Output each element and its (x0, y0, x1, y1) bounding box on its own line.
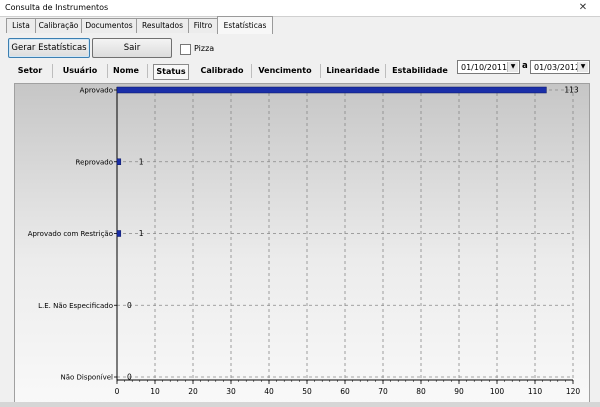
x-tick-label: 20 (188, 387, 198, 396)
pizza-label: Pizza (194, 44, 215, 53)
filter-estabilidade[interactable]: Estabilidade (390, 64, 450, 78)
filter-status[interactable]: Status (153, 64, 189, 80)
data-label: 1 (139, 157, 144, 166)
x-tick-label: 120 (566, 387, 581, 396)
filter-divider (320, 64, 321, 78)
x-tick-label: 30 (226, 387, 236, 396)
x-tick-label: 50 (302, 387, 312, 396)
x-tick-label: 40 (264, 387, 274, 396)
x-tick-label: 0 (115, 387, 120, 396)
close-icon[interactable]: ✕ (575, 2, 591, 13)
x-tick-label: 70 (378, 387, 388, 396)
filter-vencimento[interactable]: Vencimento (255, 64, 315, 78)
filter-setor[interactable]: Setor (16, 64, 44, 78)
chevron-down-icon[interactable]: ▼ (507, 62, 518, 72)
tab-calibracao[interactable]: Calibração (35, 18, 82, 33)
tab-estatisticas[interactable]: Estatísticas (217, 16, 273, 34)
date-range-connector: a (522, 61, 528, 71)
x-tick-label: 10 (150, 387, 160, 396)
category-label: Não Disponível (60, 374, 113, 382)
date-from-value: 01/10/2011 (461, 63, 508, 72)
filter-linearidade[interactable]: Linearidade (323, 64, 383, 78)
gerar-estatisticas-button[interactable]: Gerar Estatísticas (8, 38, 90, 58)
window-title: Consulta de Instrumentos (5, 3, 109, 12)
tab-resultados[interactable]: Resultados (136, 18, 189, 33)
category-label: Aprovado com Restrição (28, 230, 113, 238)
category-label: Aprovado (80, 87, 113, 95)
tab-lista[interactable]: Lista (6, 18, 36, 33)
chart-panel: 0 10 20 30 40 50 60 70 80 90 100 110 120 Aprovado 113 R… (14, 83, 590, 406)
tab-documentos[interactable]: Documentos (81, 18, 137, 33)
bottom-edge (0, 402, 600, 407)
category-label: L.E. Não Especificado (38, 302, 113, 310)
category-label: Reprovado (76, 158, 113, 166)
tab-filtro[interactable]: Filtro (188, 18, 218, 33)
chevron-down-icon[interactable]: ▼ (577, 62, 588, 72)
x-tick-label: 80 (416, 387, 426, 396)
filter-calibrado[interactable]: Calibrado (196, 64, 248, 78)
bar (116, 86, 547, 94)
bar (116, 230, 122, 237)
status-bar-chart: 0 10 20 30 40 50 60 70 80 90 100 110 120Aprovado 113R… (28, 86, 581, 397)
date-to-select[interactable]: 01/03/2012 ▼ (530, 60, 590, 74)
filter-divider (251, 64, 252, 78)
filter-divider (107, 64, 108, 78)
x-tick-label: 90 (454, 387, 464, 396)
title-bar: Consulta de Instrumentos ✕ (0, 0, 600, 17)
filter-divider (147, 64, 148, 78)
data-label: 0 (127, 301, 132, 310)
filter-usuario[interactable]: Usuário (58, 64, 102, 78)
sair-button[interactable]: Sair (92, 38, 172, 58)
data-label: 113 (564, 86, 579, 95)
x-tick-label: 110 (528, 387, 543, 396)
x-tick-label: 100 (490, 387, 505, 396)
date-to-value: 01/03/2012 (534, 63, 581, 72)
date-from-select[interactable]: 01/10/2011 ▼ (457, 60, 520, 74)
filter-divider (52, 64, 53, 78)
bar (116, 158, 122, 165)
data-label: 0 (127, 373, 132, 382)
filter-nome[interactable]: Nome (111, 64, 141, 78)
data-label: 1 (139, 229, 144, 238)
filter-divider (385, 64, 386, 78)
x-tick-label: 60 (340, 387, 350, 396)
pizza-checkbox[interactable] (180, 44, 191, 55)
